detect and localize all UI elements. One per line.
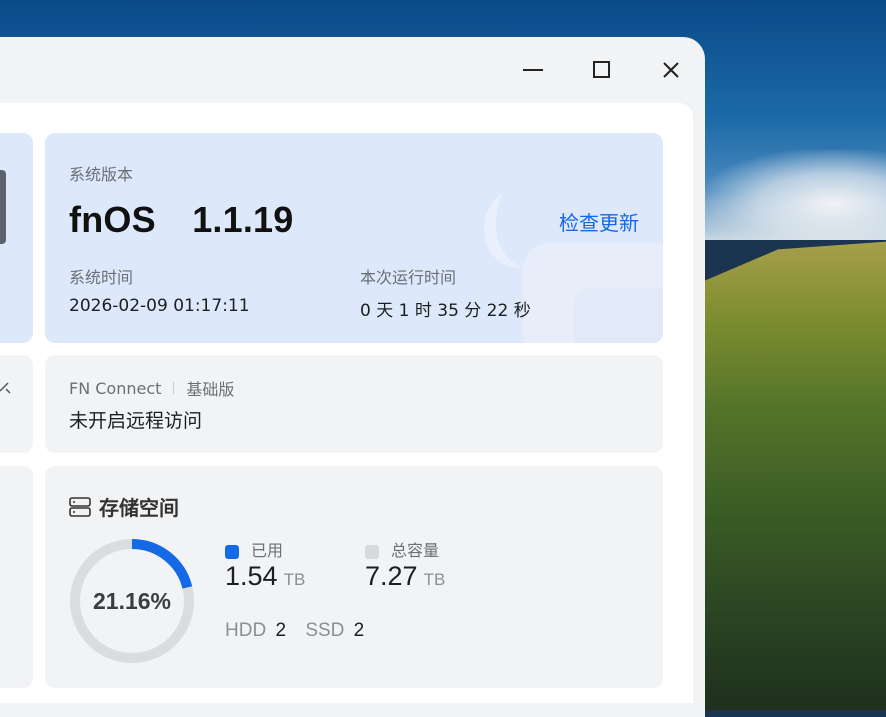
storage-icon (69, 496, 91, 517)
close-button[interactable] (648, 48, 694, 92)
wallpaper-cloud (700, 150, 886, 240)
used-unit: TB (283, 570, 306, 589)
storage-percent: 21.16% (93, 588, 171, 614)
divider (173, 382, 175, 394)
fn-connect-title: FN Connect (69, 378, 162, 398)
minimize-icon (523, 69, 543, 71)
close-icon (663, 62, 679, 78)
left-card-partial-3[interactable] (0, 466, 33, 688)
total-label: 总容量 (391, 541, 440, 560)
used-legend: 已用 (225, 537, 283, 561)
storage-usage-ring: 21.16% (70, 539, 194, 663)
hdd-label: HDD (225, 620, 267, 641)
total-unit: TB (423, 570, 446, 589)
ssd-count: 2 (353, 620, 365, 641)
storage-title: 存储空间 (99, 496, 179, 520)
system-version-card: 系统版本 fnOS 1.1.19 检查更新 系统时间 2026-02-09 01… (45, 133, 663, 343)
uptime-label: 本次运行时间 (360, 268, 457, 287)
wallpaper-hill (690, 240, 886, 710)
maximize-button[interactable] (579, 48, 625, 92)
fn-connect-status: 未开启远程访问 (69, 410, 203, 432)
check-update-link[interactable]: 检查更新 (559, 207, 639, 236)
total-legend: 总容量 (365, 537, 439, 561)
device-card-partial[interactable] (0, 133, 33, 343)
left-card-partial-2[interactable] (0, 355, 33, 453)
total-legend-dot (365, 544, 379, 559)
system-time-value: 2026-02-09 01:17:11 (69, 296, 250, 316)
disk-counts: HDD 2 SSD 2 (225, 620, 364, 642)
version-name: fnOS 1.1.19 (69, 199, 294, 240)
storage-card[interactable]: 存储空间 21.16% 已用 1.54 TB 总容量 7.27 TB HDD 2 S… (45, 466, 663, 688)
fn-connect-edition: 基础版 (186, 380, 235, 399)
minimize-button[interactable] (510, 48, 556, 92)
hdd-count: 2 (275, 620, 287, 641)
nas-device-image (0, 170, 6, 244)
ssd-label: SSD (305, 620, 345, 641)
used-value: 1.54 (225, 561, 278, 591)
total-value: 7.27 (365, 561, 418, 591)
uptime-value: 0 天 1 时 35 分 22 秒 (360, 301, 531, 321)
maximize-icon (593, 61, 610, 78)
used-label: 已用 (251, 541, 284, 560)
total-amount: 7.27 TB (365, 561, 445, 592)
used-amount: 1.54 TB (225, 561, 305, 592)
version-label: 系统版本 (69, 165, 134, 184)
fn-connect-card[interactable]: FN Connect 基础版 未开启远程访问 (45, 355, 663, 453)
edit-icon (0, 382, 11, 394)
storage-header: 存储空间 (69, 492, 179, 521)
used-legend-dot (225, 544, 239, 559)
fn-connect-header: FN Connect 基础版 (69, 376, 234, 400)
system-time-label: 系统时间 (69, 268, 134, 287)
